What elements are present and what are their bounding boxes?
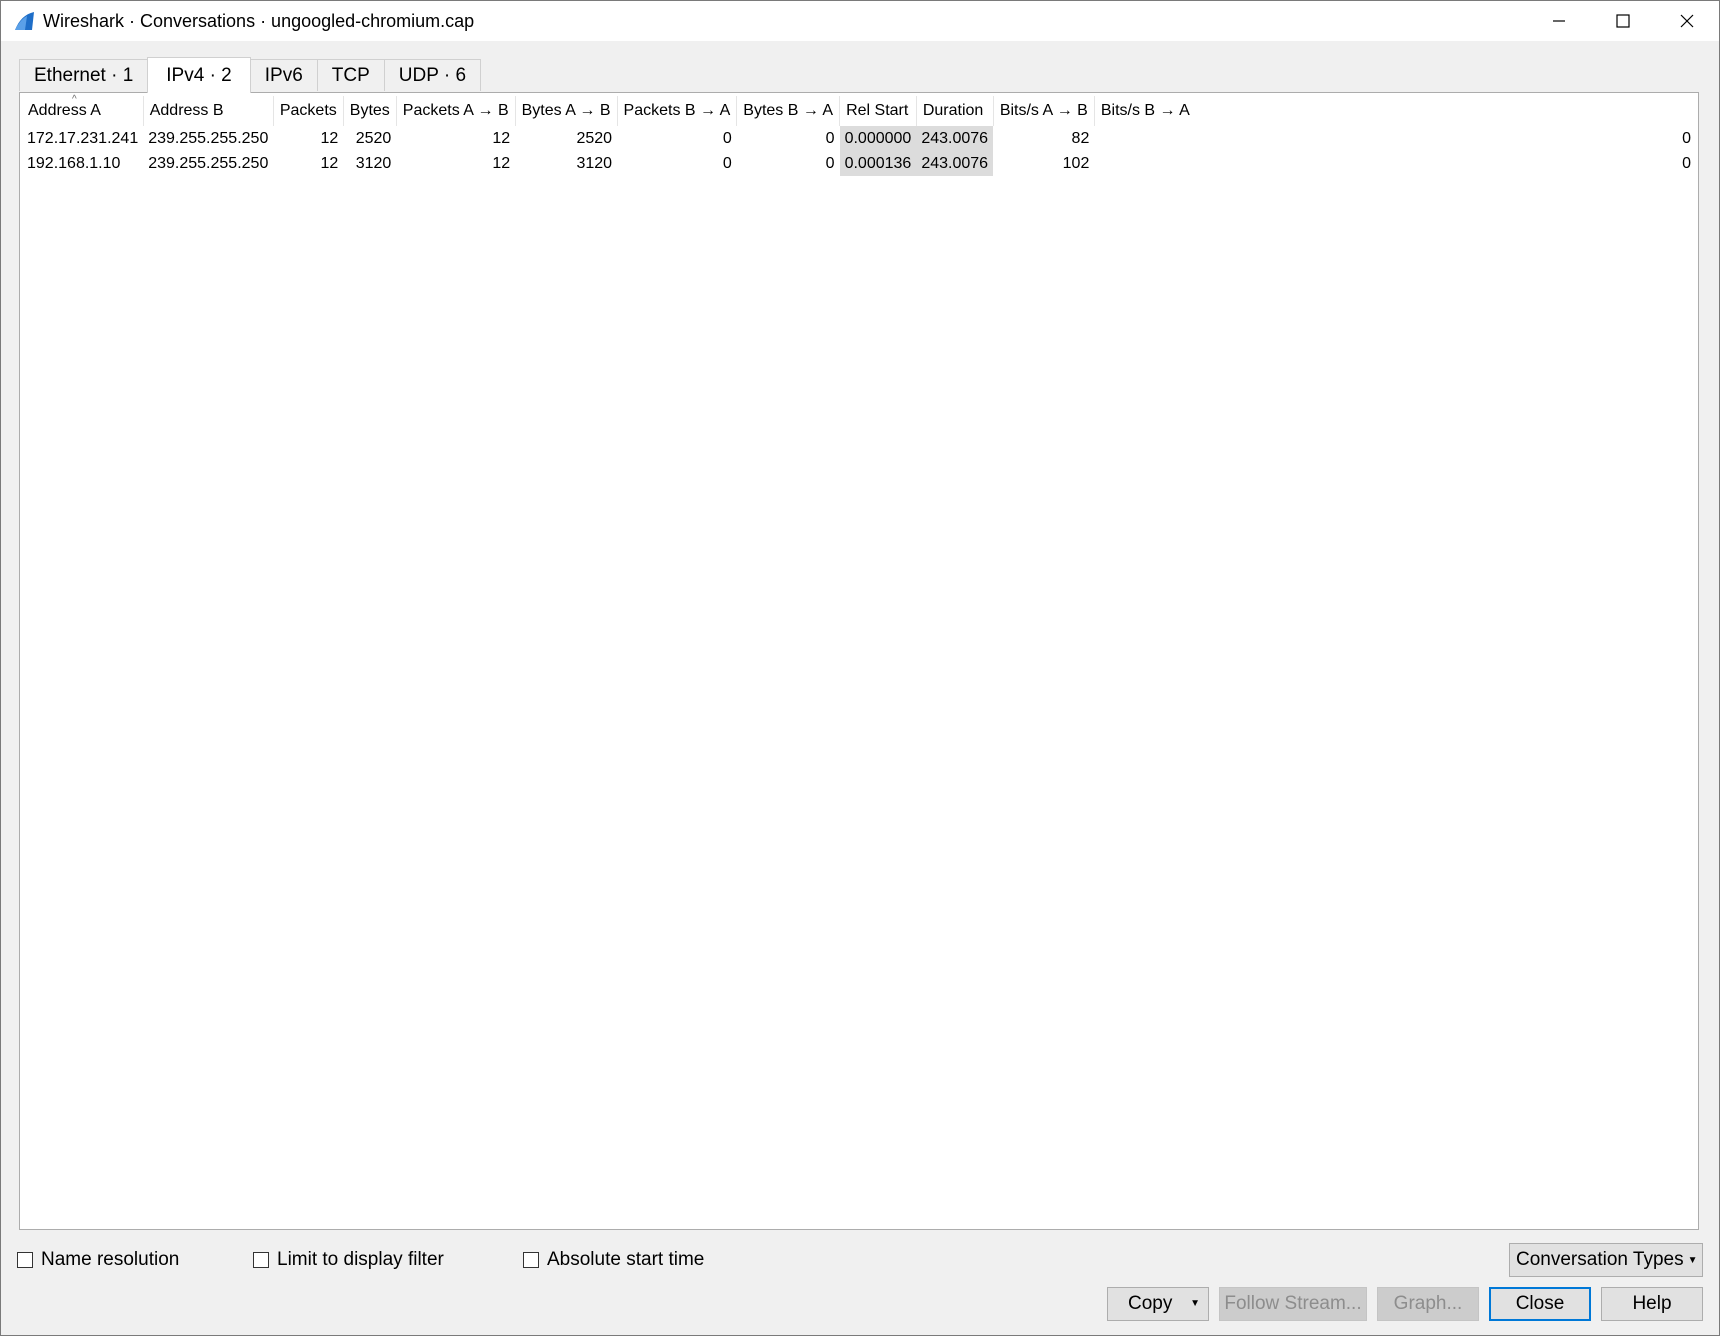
sort-ascending-icon: ^ xyxy=(72,94,77,105)
conversations-window: Wireshark · Conversations · ungoogled-ch… xyxy=(0,0,1720,1336)
caret-down-icon: ▼ xyxy=(1687,1254,1698,1266)
copy-button[interactable]: Copy ▼ xyxy=(1107,1287,1209,1321)
cell-packets: 12 xyxy=(320,154,339,172)
cell-duration: 243.0076 xyxy=(916,126,994,151)
cell-bits-b-a: 0 xyxy=(1682,129,1691,147)
tab-tcp[interactable]: TCP xyxy=(316,59,385,91)
name-resolution-checkbox[interactable]: Name resolution xyxy=(17,1249,179,1271)
close-button[interactable]: Close xyxy=(1489,1287,1591,1321)
cell-packets-a-b: 12 xyxy=(492,129,511,147)
tab-ethernet[interactable]: Ethernet · 1 xyxy=(19,59,149,91)
col-bytes[interactable]: Bytes xyxy=(343,96,397,126)
col-duration[interactable]: Duration xyxy=(916,96,994,126)
minimize-icon xyxy=(1553,20,1565,22)
cell-rel-start: 0.000136 xyxy=(839,151,917,176)
copy-label: Copy xyxy=(1128,1293,1173,1314)
absolute-start-time-label: Absolute start time xyxy=(547,1249,705,1270)
col-bytes-a-b[interactable]: Bytes A → B xyxy=(515,96,618,126)
wireshark-fin-icon xyxy=(15,12,34,30)
col-bits-b-a[interactable]: Bits/s B → A xyxy=(1094,96,1696,126)
tab-udp[interactable]: UDP · 6 xyxy=(383,59,482,91)
conversation-table-panel[interactable]: ^ Address A Address B Packets Bytes Pack… xyxy=(19,92,1699,1230)
cell-bytes-a-b: 2520 xyxy=(576,129,613,147)
col-label: Address A xyxy=(28,102,101,119)
col-packets-a-b[interactable]: Packets A → B xyxy=(396,96,516,126)
cell-address-b: 239.255.255.250 xyxy=(148,154,269,172)
cell-packets-a-b: 12 xyxy=(492,154,511,172)
cell-duration: 243.0076 xyxy=(916,151,994,176)
cell-bits-a-b: 102 xyxy=(1062,154,1090,172)
cell-address-b: 239.255.255.250 xyxy=(148,129,269,147)
checkbox-box[interactable] xyxy=(17,1252,33,1268)
table-row[interactable]: 192.168.1.10 239.255.255.250 12 3120 12 … xyxy=(22,151,1696,176)
cell-bytes-a-b: 3120 xyxy=(576,154,613,172)
cell-bytes: 3120 xyxy=(355,154,392,172)
cell-bytes: 2520 xyxy=(355,129,392,147)
limit-to-display-filter-label: Limit to display filter xyxy=(277,1249,444,1270)
name-resolution-label: Name resolution xyxy=(41,1249,180,1270)
help-button[interactable]: Help xyxy=(1601,1287,1703,1321)
conversation-table: ^ Address A Address B Packets Bytes Pack… xyxy=(22,94,1696,176)
close-window-button[interactable] xyxy=(1655,1,1719,41)
close-icon xyxy=(1680,14,1694,28)
maximize-button[interactable] xyxy=(1591,1,1655,41)
limit-to-display-filter-checkbox[interactable]: Limit to display filter xyxy=(253,1249,444,1271)
checkbox-box[interactable] xyxy=(253,1252,269,1268)
follow-stream-button[interactable]: Follow Stream... xyxy=(1219,1287,1367,1321)
conversation-types-label: Conversation Types xyxy=(1516,1249,1684,1270)
window-controls xyxy=(1527,1,1719,41)
tab-ipv6[interactable]: IPv6 xyxy=(249,59,318,91)
cell-packets-b-a: 0 xyxy=(722,154,732,172)
cell-bits-b-a: 0 xyxy=(1682,154,1691,172)
caret-down-icon[interactable]: ▼ xyxy=(1190,1298,1200,1309)
protocol-tabs: Ethernet · 1 IPv4 · 2 IPv6 TCP UDP · 6 xyxy=(19,57,482,93)
window-title: Wireshark · Conversations · ungoogled-ch… xyxy=(43,10,475,31)
col-packets[interactable]: Packets xyxy=(273,96,344,126)
cell-bytes-b-a: 0 xyxy=(825,129,835,147)
col-bytes-b-a[interactable]: Bytes B → A xyxy=(736,96,841,126)
table-row[interactable]: 172.17.231.241 239.255.255.250 12 2520 1… xyxy=(22,126,1696,151)
cell-packets-b-a: 0 xyxy=(722,129,732,147)
tab-ipv4[interactable]: IPv4 · 2 xyxy=(147,57,251,93)
cell-packets: 12 xyxy=(320,129,339,147)
title-bar[interactable]: Wireshark · Conversations · ungoogled-ch… xyxy=(1,1,1719,41)
checkbox-box[interactable] xyxy=(523,1252,539,1268)
cell-bytes-b-a: 0 xyxy=(825,154,835,172)
table-header-row: ^ Address A Address B Packets Bytes Pack… xyxy=(22,94,1696,126)
col-bits-a-b[interactable]: Bits/s A → B xyxy=(993,96,1095,126)
cell-bits-a-b: 82 xyxy=(1071,129,1090,147)
maximize-icon xyxy=(1616,14,1630,28)
graph-button[interactable]: Graph... xyxy=(1377,1287,1479,1321)
col-address-a[interactable]: ^ Address A xyxy=(22,94,144,126)
absolute-start-time-checkbox[interactable]: Absolute start time xyxy=(523,1249,704,1271)
col-packets-b-a[interactable]: Packets B → A xyxy=(617,96,738,126)
cell-rel-start: 0.000000 xyxy=(839,126,917,151)
col-rel-start[interactable]: Rel Start xyxy=(839,96,917,126)
cell-address-a: 172.17.231.241 xyxy=(27,129,139,147)
col-address-b[interactable]: Address B xyxy=(143,96,274,126)
conversation-types-dropdown[interactable]: Conversation Types ▼ xyxy=(1509,1243,1703,1277)
minimize-button[interactable] xyxy=(1527,1,1591,41)
cell-address-a: 192.168.1.10 xyxy=(27,154,121,172)
